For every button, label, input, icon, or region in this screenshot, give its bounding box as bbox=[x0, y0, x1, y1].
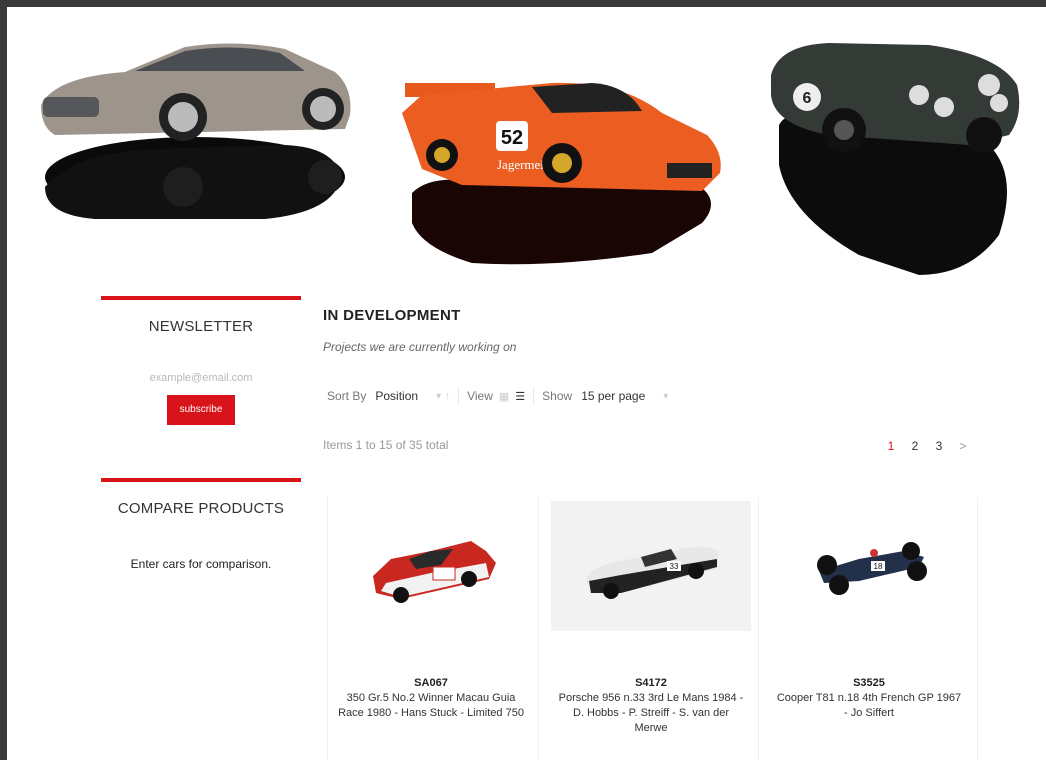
view-label: View bbox=[467, 389, 493, 403]
list-view-icon[interactable]: ☰ bbox=[515, 390, 525, 403]
newsletter-email-input[interactable] bbox=[129, 371, 273, 385]
subscribe-button[interactable]: subscribe bbox=[167, 395, 235, 425]
product-image[interactable]: 18 bbox=[769, 501, 969, 631]
grid-view-icon[interactable]: ▦ bbox=[499, 390, 509, 403]
sort-direction-icon[interactable]: ↑ bbox=[445, 391, 450, 402]
page-link-1[interactable]: 1 bbox=[879, 439, 903, 453]
grid-divider bbox=[327, 497, 328, 760]
page: 52 Jagermeister 6 NEWSLETTER example@ema… bbox=[7, 7, 1046, 760]
sort-label: Sort By bbox=[327, 389, 367, 403]
grid-divider bbox=[538, 497, 539, 760]
sort-select[interactable]: Position bbox=[375, 389, 418, 403]
category-subtitle: Projects we are currently working on bbox=[323, 340, 517, 354]
show-label: Show bbox=[542, 389, 573, 403]
silver-car-image bbox=[41, 43, 351, 219]
compare-title: COMPARE PRODUCTS bbox=[117, 500, 285, 517]
category-title: IN DEVELOPMENT bbox=[323, 307, 461, 324]
product-name[interactable]: Cooper T81 n.18 4th French GP 1967 - Jo … bbox=[769, 691, 969, 721]
product-card[interactable]: 18 S3525 Cooper T81 n.18 4th French GP 1… bbox=[769, 501, 969, 721]
compare-divider bbox=[101, 478, 301, 482]
product-sku: S4172 bbox=[635, 677, 667, 689]
chevron-down-icon[interactable]: ▾ bbox=[663, 391, 668, 402]
product-sku: SA067 bbox=[414, 677, 448, 689]
hero-number-6: 6 bbox=[803, 90, 812, 107]
toolbar-divider bbox=[533, 388, 535, 404]
page-link-3[interactable]: 3 bbox=[927, 439, 951, 453]
hero-car-silver[interactable] bbox=[35, 37, 355, 227]
compare-block: COMPARE PRODUCTS Enter cars for comparis… bbox=[101, 478, 301, 571]
porsche-number: 33 bbox=[670, 562, 679, 571]
cooper-number: 18 bbox=[874, 562, 883, 571]
product-card[interactable]: 33 S4172 Porsche 956 n.33 3rd Le Mans 19… bbox=[551, 501, 751, 736]
hero-banner: 52 Jagermeister 6 bbox=[7, 7, 1046, 282]
product-sku: S3525 bbox=[853, 677, 885, 689]
next-page-icon[interactable]: > bbox=[951, 439, 975, 453]
grid-divider bbox=[758, 497, 759, 760]
product-name[interactable]: 350 Gr.5 No.2 Winner Macau Guia Race 198… bbox=[331, 691, 531, 721]
porsche-956-image: 33 bbox=[586, 546, 719, 599]
product-image[interactable] bbox=[331, 501, 531, 631]
pagination: 1 2 3 > bbox=[879, 439, 975, 453]
red-white-car-image bbox=[373, 541, 496, 603]
category-main: IN DEVELOPMENT Projects we are currently… bbox=[323, 307, 983, 760]
newsletter-title: NEWSLETTER bbox=[148, 318, 254, 335]
toolbar: Sort By Position ▾ ↑ View ▦ ☰ Show 15 pe… bbox=[327, 388, 668, 404]
newsletter-block: NEWSLETTER subscribe bbox=[101, 296, 301, 425]
orange-car-image: 52 Jagermeister bbox=[402, 82, 721, 265]
chevron-down-icon[interactable]: ▾ bbox=[436, 391, 441, 402]
product-grid: SA067 350 Gr.5 No.2 Winner Macau Guia Ra… bbox=[323, 497, 983, 760]
hero-car-green[interactable]: 6 bbox=[769, 35, 1024, 280]
compare-empty-text: Enter cars for comparison. bbox=[130, 557, 272, 571]
toolbar-divider bbox=[458, 388, 460, 404]
show-select[interactable]: 15 per page bbox=[581, 389, 645, 403]
green-car-image: 6 bbox=[771, 43, 1020, 275]
newsletter-divider bbox=[101, 296, 301, 300]
page-link-2[interactable]: 2 bbox=[903, 439, 927, 453]
grid-divider bbox=[977, 497, 978, 760]
hero-number-52: 52 bbox=[501, 127, 523, 149]
product-card[interactable]: SA067 350 Gr.5 No.2 Winner Macau Guia Ra… bbox=[331, 501, 531, 721]
product-name[interactable]: Porsche 956 n.33 3rd Le Mans 1984 - D. H… bbox=[551, 691, 751, 736]
cooper-t81-image: 18 bbox=[817, 542, 927, 595]
items-total: Items 1 to 15 of 35 total bbox=[323, 438, 449, 452]
hero-car-orange[interactable]: 52 Jagermeister bbox=[402, 73, 727, 268]
product-image[interactable]: 33 bbox=[551, 501, 751, 631]
